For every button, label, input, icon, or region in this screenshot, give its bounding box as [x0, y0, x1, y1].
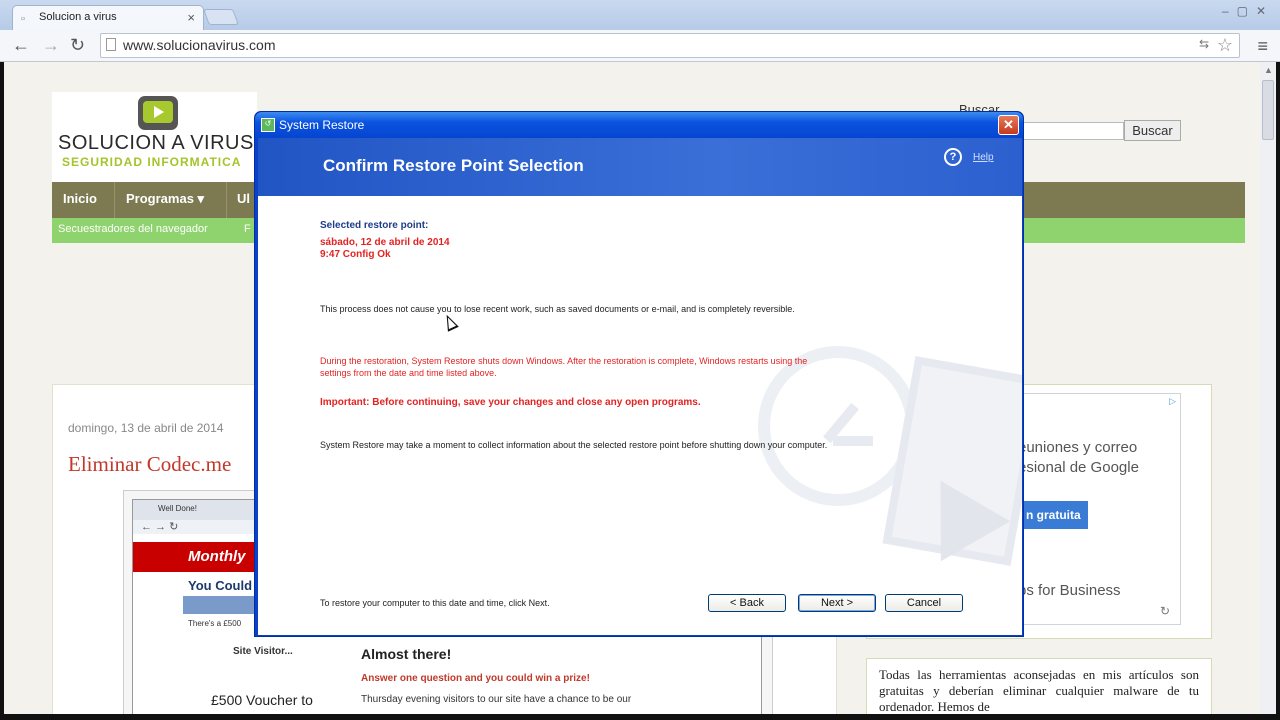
browser-toolbar: ← → ↻ www.solucionavirus.com ⇆ ☆ ≡ — [0, 30, 1280, 62]
search-button[interactable]: Buscar — [1124, 120, 1181, 141]
post-date: domingo, 13 de abril de 2014 — [68, 421, 224, 435]
you-could-text: You Could — [188, 578, 253, 593]
answer-question-text: Answer one question and you could win a … — [361, 673, 590, 684]
selected-restore-date: sábado, 12 de abril de 2014 — [320, 237, 450, 248]
tab-strip: ▫ Solucion a virus × – ▢ ✕ — [0, 0, 1280, 30]
next-button[interactable]: Next > — [798, 594, 876, 612]
cancel-button[interactable]: Cancel — [885, 594, 963, 612]
subnav-item-secuestradores[interactable]: Secuestradores del navegador — [58, 223, 208, 235]
forward-arrow-icon[interactable]: → — [42, 35, 60, 55]
info-paragraph-4: System Restore may take a moment to coll… — [320, 440, 828, 450]
dialog-body: Selected restore point: sábado, 12 de ab… — [258, 196, 1022, 635]
page-scrollbar[interactable]: ▲ — [1260, 62, 1276, 714]
header-title: Confirm Restore Point Selection — [323, 156, 584, 175]
site-visitor-text: Site Visitor... — [233, 646, 293, 657]
reload-icon[interactable]: ↻ — [70, 35, 85, 55]
address-bar[interactable]: www.solucionavirus.com ⇆ ☆ — [100, 33, 1240, 58]
selected-restore-description: 9:47 Config Ok — [320, 249, 391, 260]
window-controls: – ▢ ✕ — [1222, 4, 1266, 18]
info-paragraph-2: During the restoration, System Restore s… — [320, 356, 808, 378]
ad-line-2: esional de Google — [1018, 459, 1139, 476]
tv-icon — [138, 96, 178, 130]
nav-item-programas[interactable]: Programas ▾ — [126, 191, 204, 207]
help-icon[interactable]: ? — [944, 148, 962, 166]
maximize-icon[interactable]: ▢ — [1237, 4, 1248, 18]
help-link[interactable]: Help — [973, 152, 994, 163]
almost-there-heading: Almost there! — [361, 646, 452, 662]
important-warning: Important: Before continuing, save your … — [320, 397, 701, 408]
thursday-text: Thursday evening visitors to our site ha… — [361, 694, 632, 705]
blue-strip — [183, 596, 263, 614]
url-text: www.solucionavirus.com — [123, 37, 276, 53]
scrollbar-thumb[interactable] — [1262, 80, 1274, 140]
back-button[interactable]: < Back — [708, 594, 786, 612]
ad-button[interactable]: n gratuita — [1018, 501, 1088, 529]
page-icon: ▫ — [21, 13, 25, 25]
voucher-text: £500 Voucher to — [211, 692, 313, 708]
scroll-up-icon[interactable]: ▲ — [1264, 65, 1273, 75]
menu-icon[interactable]: ≡ — [1257, 36, 1268, 57]
footer-instruction: To restore your computer to this date an… — [320, 598, 550, 608]
post-title[interactable]: Eliminar Codec.me — [68, 452, 231, 477]
minimize-icon[interactable]: – — [1222, 4, 1229, 18]
nav-item-inicio[interactable]: Inicio — [63, 191, 97, 206]
page-icon — [106, 38, 116, 51]
close-dialog-button[interactable]: ✕ — [998, 115, 1019, 135]
info-paragraph-1: This process does not cause you to lose … — [320, 304, 795, 314]
bookmark-star-icon[interactable]: ☆ — [1217, 35, 1233, 56]
back-arrow-icon[interactable]: ← — [12, 35, 30, 55]
selected-restore-point-label: Selected restore point: — [320, 220, 429, 231]
nav-item-ultimos[interactable]: Ul — [237, 191, 250, 206]
adchoices-icon[interactable]: ▷ — [1169, 396, 1176, 407]
dialog-title: System Restore — [279, 118, 365, 132]
translate-icon[interactable]: ⇆ — [1199, 37, 1209, 51]
logo-subtitle: SEGURIDAD INFORMATICA — [62, 155, 242, 169]
system-restore-dialog: ↺ System Restore ✕ Confirm Restore Point… — [254, 111, 1024, 637]
site-logo[interactable]: SOLUCION A VIRUS SEGURIDAD INFORMATICA — [52, 92, 257, 182]
sidebar-text: Todas las herramientas aconsejadas en mi… — [866, 658, 1212, 714]
system-restore-icon: ↺ — [261, 118, 275, 132]
browser-tab[interactable]: ▫ Solucion a virus × — [12, 5, 204, 30]
new-tab-button[interactable] — [203, 9, 239, 25]
ad-line-1: euniones y correo — [1018, 439, 1138, 456]
close-tab-icon[interactable]: × — [187, 10, 195, 25]
dialog-header: Confirm Restore Point Selection ? Help — [258, 138, 1022, 196]
monthly-banner: Monthly — [133, 542, 263, 572]
close-window-icon[interactable]: ✕ — [1256, 4, 1266, 18]
theres-text: There's a £500 — [188, 619, 242, 628]
subnav-item-f[interactable]: F — [244, 223, 251, 235]
tab-title: Solucion a virus — [39, 11, 117, 23]
refresh-icon[interactable]: ↻ — [1160, 604, 1170, 618]
dialog-titlebar[interactable]: ↺ System Restore ✕ — [255, 112, 1023, 138]
logo-title: SOLUCION A VIRUS — [58, 132, 254, 154]
ad-line-3: ps for Business — [1018, 582, 1121, 599]
